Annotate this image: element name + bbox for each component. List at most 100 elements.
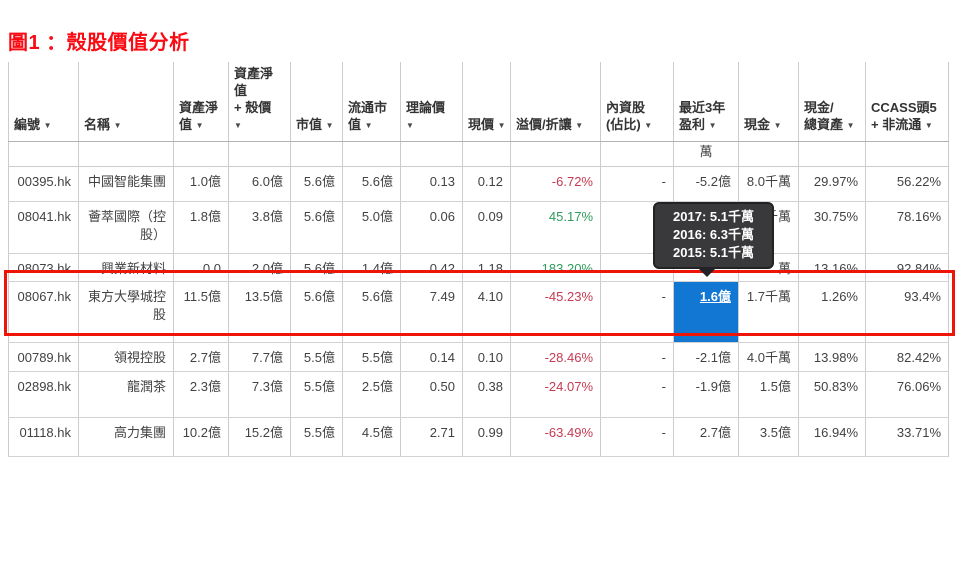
table-header: 編號 ▼ 名稱 ▼ 資產淨 值 ▼ 資產淨 值 + 殼價 ▼ 市值 ▼ 流通市 值 ▼ 理論… bbox=[8, 62, 949, 142]
column-header-ccass[interactable]: CCASS頭5 + 非流通 ▼ bbox=[865, 62, 949, 142]
table-body: 萬 00395.hk 中國智能集團 1.0億 6.0億 5.6億 5.6億 0.13 0.12-… bbox=[8, 141, 949, 457]
cell-profit[interactable]: -5.2億 bbox=[673, 166, 739, 202]
cell-float_mcap: 2.5億 bbox=[342, 371, 401, 418]
cell-profit[interactable]: 2.7億 bbox=[673, 417, 739, 457]
column-header-mcap[interactable]: 市值 ▼ bbox=[290, 62, 343, 142]
cell-price: 0.12 bbox=[462, 166, 511, 202]
table-row: 08073.hk 興業新材料 0.0 2.0億 5.6億 1.4億 0.42 1.18 183.… bbox=[8, 253, 949, 282]
cell-theo_price: 0.06 bbox=[400, 201, 463, 254]
unit-cell-nav_shell bbox=[228, 141, 291, 167]
sort-arrow-icon: ▼ bbox=[43, 120, 52, 130]
unit-cell-cash_ratio bbox=[798, 141, 866, 167]
table-row: 08041.hk 薈萃國際（控股） 1.8億 3.8億 5.6億 5.0億 0.06 0.09… bbox=[8, 201, 949, 254]
cell-float_mcap: 5.5億 bbox=[342, 342, 401, 372]
tooltip-line: 2015: 5.1千萬 bbox=[673, 245, 754, 261]
unit-cell-nav bbox=[173, 141, 229, 167]
unit-cell-price bbox=[462, 141, 511, 167]
table-row-highlighted: 08067.hk 東方大學城控股 11.5億 13.5億 5.6億 5.6億 7.49 4.1… bbox=[8, 281, 949, 343]
cell-nav: 2.3億 bbox=[173, 371, 229, 418]
column-header-name[interactable]: 名稱 ▼ bbox=[78, 62, 174, 142]
unit-cell-mcap bbox=[290, 141, 343, 167]
cell-nav: 10.2億 bbox=[173, 417, 229, 457]
cell-profit[interactable]: -1.9億 bbox=[673, 371, 739, 418]
cell-nav_shell: 3.8億 bbox=[228, 201, 291, 254]
unit-cell-float_mcap bbox=[342, 141, 401, 167]
column-header-theo_price[interactable]: 理論價 ▼ bbox=[400, 62, 463, 142]
unit-cell-name bbox=[78, 141, 174, 167]
cell-theo_price: 0.13 bbox=[400, 166, 463, 202]
sort-arrow-icon: ▼ bbox=[846, 120, 855, 130]
unit-cell-profit: 萬 bbox=[673, 141, 739, 167]
sort-arrow-icon: ▼ bbox=[113, 120, 122, 130]
table-row: 02898.hk 龍潤茶 2.3億 7.3億 5.5億 2.5億 0.50 0.38 -24.0… bbox=[8, 371, 949, 418]
cell-mcap: 5.5億 bbox=[290, 371, 343, 418]
column-header-price[interactable]: 現價 ▼ bbox=[462, 62, 511, 142]
column-header-cash_ratio[interactable]: 現金/ 總資產 ▼ bbox=[798, 62, 866, 142]
cell-cash_ratio: 16.94% bbox=[798, 417, 866, 457]
cell-code: 08067.hk bbox=[8, 281, 79, 343]
unit-cell-premium bbox=[510, 141, 601, 167]
column-header-nav_shell[interactable]: 資產淨 值 + 殼價 ▼ bbox=[228, 62, 291, 142]
column-header-code[interactable]: 編號 ▼ bbox=[8, 62, 79, 142]
sort-arrow-icon: ▼ bbox=[325, 120, 334, 130]
cell-mcap: 5.6億 bbox=[290, 201, 343, 254]
sort-arrow-icon: ▼ bbox=[773, 120, 782, 130]
unit-cell-cash bbox=[738, 141, 799, 167]
cell-cash: 4.0千萬 bbox=[738, 342, 799, 372]
unit-cell-code bbox=[8, 141, 79, 167]
cell-nav_shell: 7.3億 bbox=[228, 371, 291, 418]
cell-nav_shell: 13.5億 bbox=[228, 281, 291, 343]
cell-cash_ratio: 29.97% bbox=[798, 166, 866, 202]
cell-domestic: - bbox=[600, 371, 674, 418]
column-header-domestic[interactable]: 內資股 (佔比) ▼ bbox=[600, 62, 674, 142]
page-title: 圖1 ：殼股價值分析 bbox=[8, 32, 190, 54]
cell-ccass: 92.84% bbox=[865, 253, 949, 282]
sort-arrow-icon: ▼ bbox=[234, 120, 242, 130]
profit-value-link[interactable]: 1.6億 bbox=[700, 289, 731, 304]
cell-nav_shell: 6.0億 bbox=[228, 166, 291, 202]
sort-arrow-icon: ▼ bbox=[195, 120, 204, 130]
cell-domestic: - bbox=[600, 281, 674, 343]
cell-name: 龍潤茶 bbox=[78, 371, 174, 418]
cell-domestic: - bbox=[600, 417, 674, 457]
cell-cash_ratio: 13.98% bbox=[798, 342, 866, 372]
cell-theo_price: 0.14 bbox=[400, 342, 463, 372]
profit-history-tooltip: 2017: 5.1千萬 2016: 6.3千萬 2015: 5.1千萬 bbox=[653, 202, 774, 277]
cell-theo_price: 7.49 bbox=[400, 281, 463, 343]
cell-float_mcap: 4.5億 bbox=[342, 417, 401, 457]
selected-profit-cell[interactable]: 1.6億 bbox=[673, 281, 739, 343]
cell-theo_price: 2.71 bbox=[400, 417, 463, 457]
cell-ccass: 56.22% bbox=[865, 166, 949, 202]
column-header-premium[interactable]: 溢價/折讓 ▼ bbox=[510, 62, 601, 142]
cell-cash_ratio: 50.83% bbox=[798, 371, 866, 418]
cell-nav: 1.0億 bbox=[173, 166, 229, 202]
tooltip-lines: 2017: 5.1千萬 2016: 6.3千萬 2015: 5.1千萬 bbox=[657, 208, 770, 263]
column-header-profit[interactable]: 最近3年 盈利 ▼ bbox=[673, 62, 739, 142]
cell-cash: 1.7千萬 bbox=[738, 281, 799, 343]
column-header-float_mcap[interactable]: 流通市 值 ▼ bbox=[342, 62, 401, 142]
cell-code: 02898.hk bbox=[8, 371, 79, 418]
cell-ccass: 33.71% bbox=[865, 417, 949, 457]
cell-cash: 3.5億 bbox=[738, 417, 799, 457]
cell-cash_ratio: 13.16% bbox=[798, 253, 866, 282]
cell-domestic: - bbox=[600, 342, 674, 372]
cell-ccass: 82.42% bbox=[865, 342, 949, 372]
cell-price: 4.10 bbox=[462, 281, 511, 343]
cell-theo_price: 0.50 bbox=[400, 371, 463, 418]
tooltip-pointer-icon bbox=[697, 266, 717, 277]
column-header-cash[interactable]: 現金 ▼ bbox=[738, 62, 799, 142]
cell-ccass: 78.16% bbox=[865, 201, 949, 254]
cell-premium: -6.72% bbox=[510, 166, 601, 202]
sort-arrow-icon: ▼ bbox=[644, 120, 653, 130]
cell-premium: -45.23% bbox=[510, 281, 601, 343]
cell-premium: -63.49% bbox=[510, 417, 601, 457]
cell-nav: 2.7億 bbox=[173, 342, 229, 372]
cell-profit[interactable]: -2.1億 bbox=[673, 342, 739, 372]
column-header-nav[interactable]: 資產淨 值 ▼ bbox=[173, 62, 229, 142]
cell-float_mcap: 1.4億 bbox=[342, 253, 401, 282]
cell-float_mcap: 5.0億 bbox=[342, 201, 401, 254]
cell-float_mcap: 5.6億 bbox=[342, 281, 401, 343]
unit-cell-domestic bbox=[600, 141, 674, 167]
cell-premium: -24.07% bbox=[510, 371, 601, 418]
cell-name: 薈萃國際（控股） bbox=[78, 201, 174, 254]
